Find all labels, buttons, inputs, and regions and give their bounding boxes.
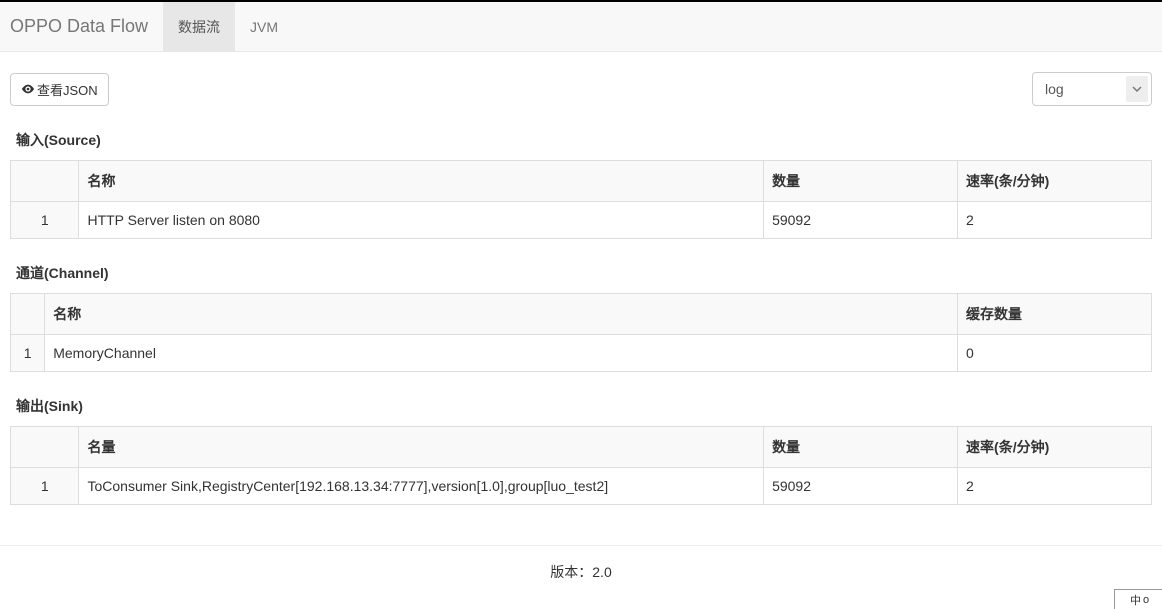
ime-badge: o bbox=[1143, 594, 1149, 606]
cell-cache: 0 bbox=[958, 335, 1152, 372]
app-brand: OPPO Data Flow bbox=[0, 16, 163, 37]
cell-name: HTTP Server listen on 8080 bbox=[79, 202, 764, 239]
table-header-row: 名称 数量 速率(条/分钟) bbox=[11, 161, 1152, 202]
col-cache: 缓存数量 bbox=[958, 294, 1152, 335]
view-json-button[interactable]: 查看JSON bbox=[10, 73, 109, 106]
view-json-label: 查看JSON bbox=[37, 80, 98, 99]
table-row: 1 ToConsumer Sink,RegistryCenter[192.168… bbox=[11, 468, 1152, 505]
log-select-wrap: log bbox=[1032, 72, 1152, 106]
footer-version: 版本：2.0 bbox=[0, 546, 1162, 598]
channel-title: 通道(Channel) bbox=[10, 259, 1152, 293]
table-row: 1 HTTP Server listen on 8080 59092 2 bbox=[11, 202, 1152, 239]
cell-idx: 1 bbox=[11, 468, 79, 505]
col-count: 数量 bbox=[764, 161, 958, 202]
cell-idx: 1 bbox=[11, 335, 45, 372]
cell-name: MemoryChannel bbox=[45, 335, 958, 372]
col-name: 名称 bbox=[79, 161, 764, 202]
ime-indicator[interactable]: 中 o bbox=[1114, 589, 1162, 609]
col-idx bbox=[11, 294, 45, 335]
col-idx bbox=[11, 161, 79, 202]
col-idx bbox=[11, 427, 79, 468]
cell-rate: 2 bbox=[958, 468, 1152, 505]
sink-section: 输出(Sink) 名量 数量 速率(条/分钟) 1 ToConsumer Sin… bbox=[10, 392, 1152, 505]
table-row: 1 MemoryChannel 0 bbox=[11, 335, 1152, 372]
cell-rate: 2 bbox=[958, 202, 1152, 239]
col-rate: 速率(条/分钟) bbox=[958, 161, 1152, 202]
source-table: 名称 数量 速率(条/分钟) 1 HTTP Server listen on 8… bbox=[10, 160, 1152, 239]
channel-section: 通道(Channel) 名称 缓存数量 1 MemoryChannel 0 bbox=[10, 259, 1152, 372]
cell-idx: 1 bbox=[11, 202, 79, 239]
table-header-row: 名量 数量 速率(条/分钟) bbox=[11, 427, 1152, 468]
sink-table: 名量 数量 速率(条/分钟) 1 ToConsumer Sink,Registr… bbox=[10, 426, 1152, 505]
col-name: 名称 bbox=[45, 294, 958, 335]
tab-data-flow[interactable]: 数据流 bbox=[163, 2, 235, 51]
eye-icon bbox=[21, 82, 35, 96]
sink-title: 输出(Sink) bbox=[10, 392, 1152, 426]
col-count: 数量 bbox=[764, 427, 958, 468]
log-select[interactable]: log bbox=[1032, 72, 1152, 106]
channel-table: 名称 缓存数量 1 MemoryChannel 0 bbox=[10, 293, 1152, 372]
cell-count: 59092 bbox=[764, 468, 958, 505]
toolbar: 查看JSON log bbox=[10, 72, 1152, 106]
col-rate: 速率(条/分钟) bbox=[958, 427, 1152, 468]
header: OPPO Data Flow 数据流 JVM bbox=[0, 2, 1162, 52]
cell-count: 59092 bbox=[764, 202, 958, 239]
cell-name: ToConsumer Sink,RegistryCenter[192.168.1… bbox=[79, 468, 764, 505]
source-title: 输入(Source) bbox=[10, 126, 1152, 160]
ime-text: 中 bbox=[1130, 592, 1141, 608]
tab-jvm[interactable]: JVM bbox=[235, 2, 293, 51]
table-header-row: 名称 缓存数量 bbox=[11, 294, 1152, 335]
main-container: 查看JSON log 输入(Source) 名称 数量 速率(条/分钟) bbox=[0, 72, 1162, 505]
source-section: 输入(Source) 名称 数量 速率(条/分钟) 1 HTTP Server … bbox=[10, 126, 1152, 239]
nav-tabs: 数据流 JVM bbox=[163, 2, 293, 51]
col-name: 名量 bbox=[79, 427, 764, 468]
